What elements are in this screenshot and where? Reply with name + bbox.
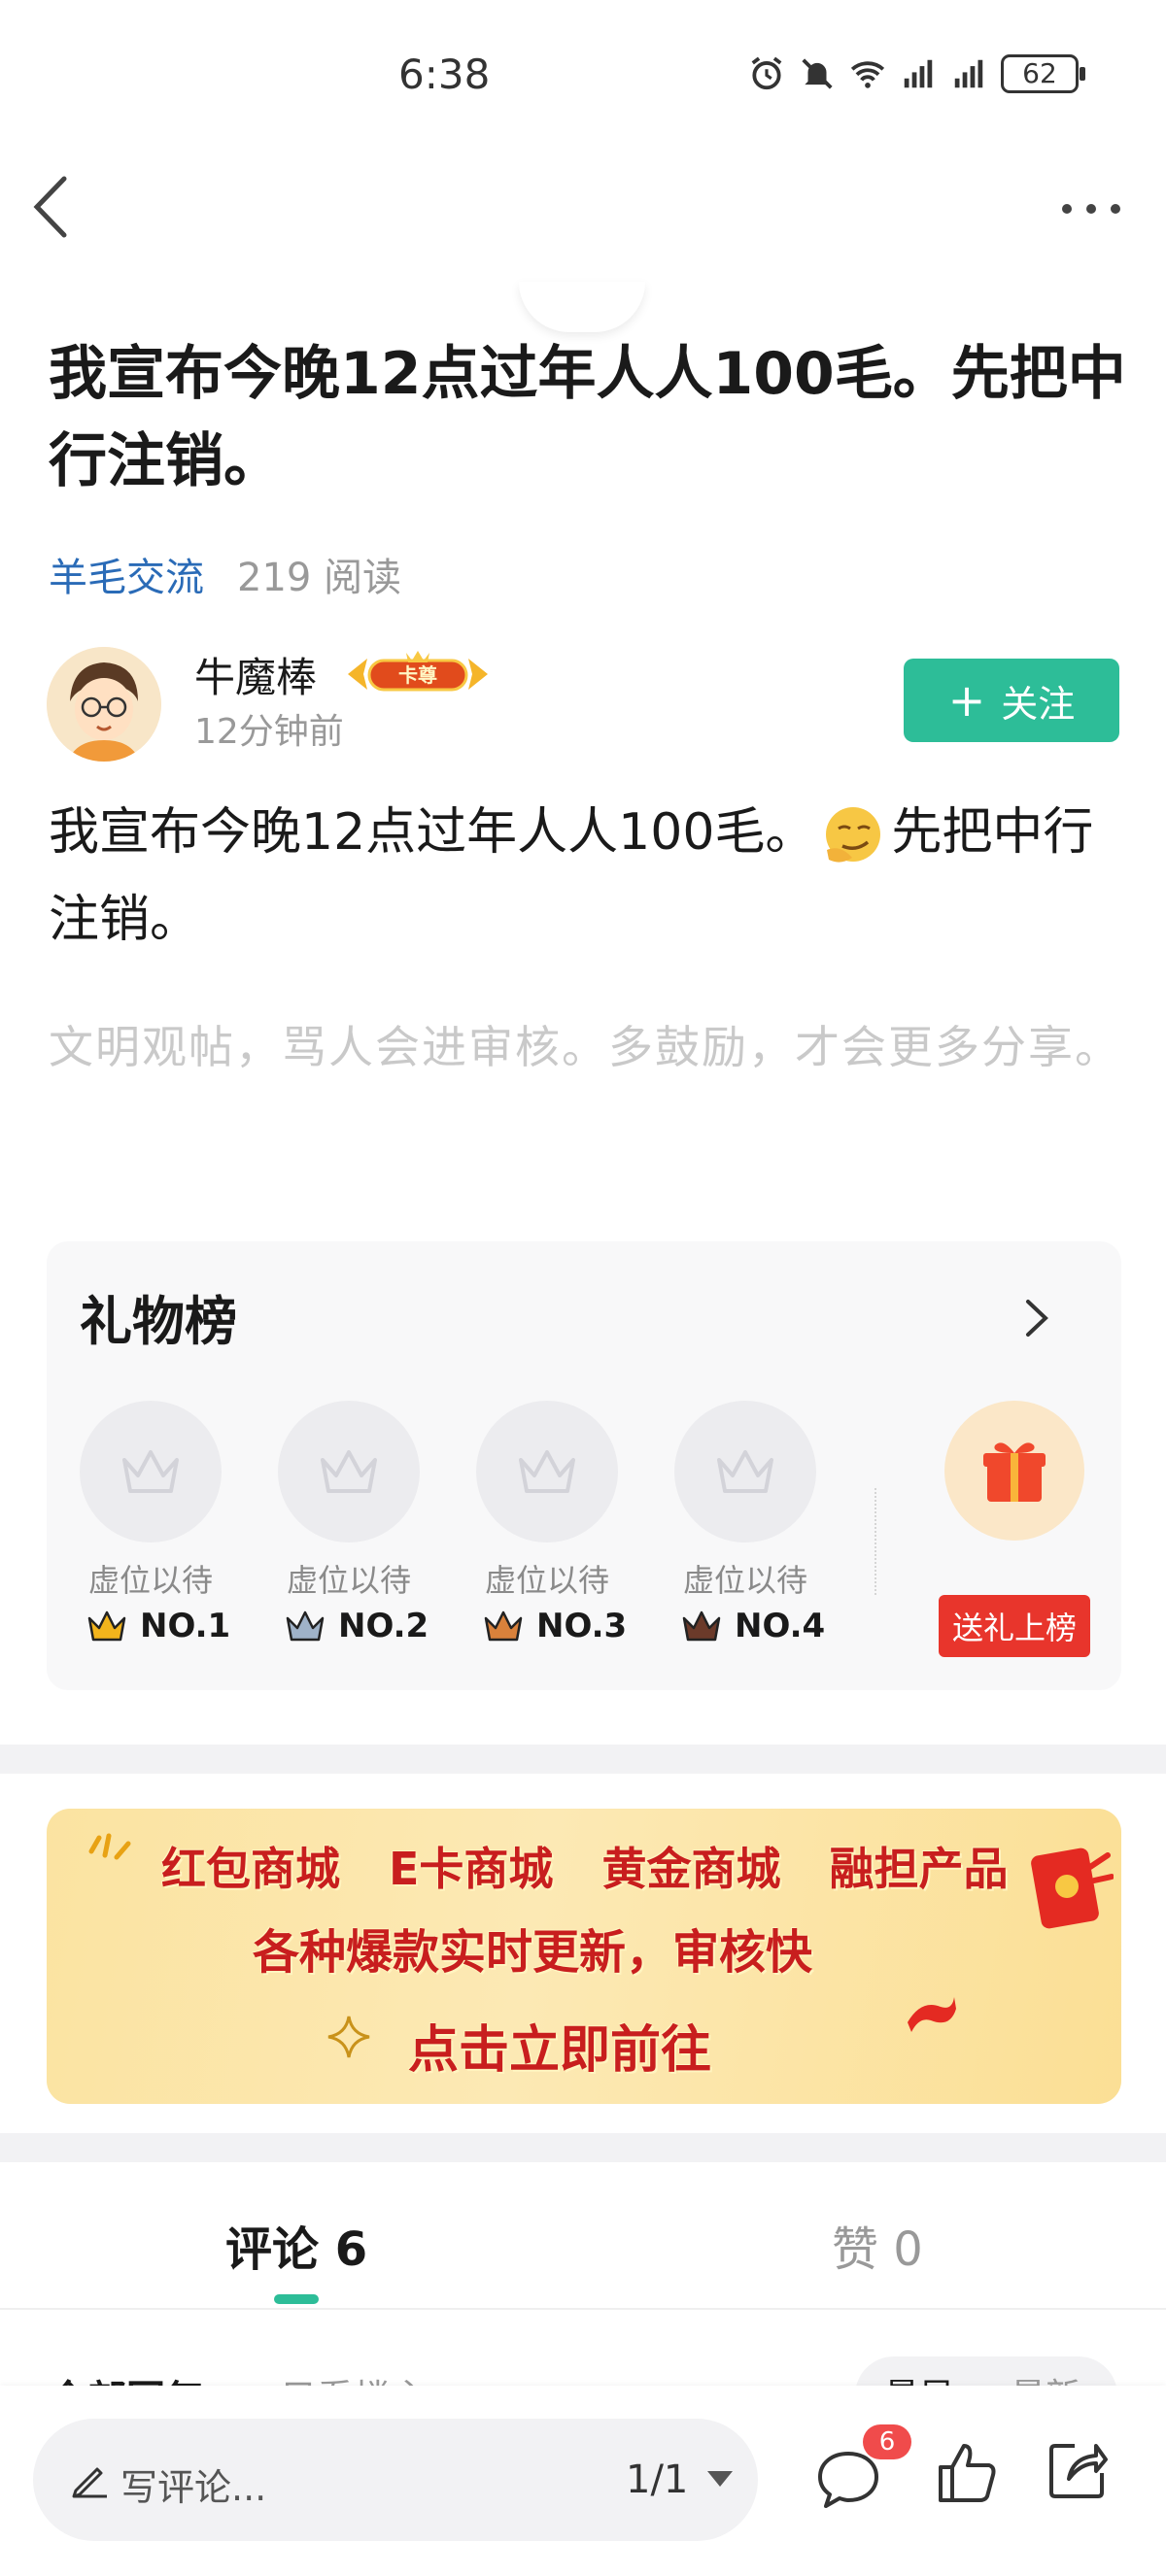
- alarm-icon: [751, 56, 782, 90]
- banner-products: 红包商城 E卡商城 黄金商城 融担产品: [161, 1834, 1008, 1898]
- silver-crown-icon: [286, 1610, 325, 1642]
- comment-count-badge: 6: [863, 2424, 911, 2459]
- banner-item-2: E卡商城: [389, 1843, 554, 1895]
- signal-4g-icon: [904, 59, 933, 88]
- post-body: 我宣布今晚12点过年人人100毛。 先把中行注销。: [49, 789, 1127, 964]
- crown-placeholder-icon: [674, 1401, 816, 1542]
- smirk-emoji-icon: [826, 807, 881, 863]
- wifi-icon: [850, 61, 885, 88]
- battery-indicator: 62: [1001, 54, 1085, 93]
- tab-comments[interactable]: 评论 6: [225, 2211, 367, 2279]
- rank-2: NO.2: [284, 1607, 429, 1645]
- category-tag-link[interactable]: 羊毛交流: [49, 546, 204, 602]
- crown-placeholder-icon: [80, 1401, 222, 1542]
- section-divider: [0, 1745, 1166, 1774]
- rank-4: NO.4: [680, 1607, 825, 1645]
- slot-label: 虚位以待: [682, 1562, 807, 1599]
- brown-crown-icon: [682, 1610, 721, 1642]
- mall-banner[interactable]: 红包商城 E卡商城 黄金商城 融担产品 各种爆款实时更新，审核快 点击立即前往: [47, 1809, 1121, 2104]
- gift-slot-1[interactable]: 虚位以待: [80, 1401, 222, 1601]
- red-envelope-icon: [1031, 1847, 1114, 1929]
- share-icon[interactable]: [1046, 2438, 1110, 2502]
- badge-text: 卡尊: [398, 663, 437, 687]
- comment-placeholder: 写评论...: [120, 2466, 267, 2509]
- pull-tab: [519, 282, 645, 332]
- page-indicator[interactable]: 1/1: [626, 2457, 688, 2502]
- banner-item-1: 红包商城: [161, 1843, 340, 1895]
- ribbon-icon: [908, 1997, 956, 2032]
- divider: [874, 1488, 876, 1595]
- plus-icon: +: [947, 674, 986, 727]
- bronze-crown-icon: [484, 1610, 523, 1642]
- status-time: 6:38: [398, 51, 491, 98]
- divider: [0, 2308, 1166, 2310]
- gold-crown-icon: [87, 1610, 126, 1642]
- banner-subtitle: 各种爆款实时更新，审核快: [253, 1925, 813, 1980]
- gift-board-title: 礼物榜: [80, 1291, 237, 1352]
- banner-item-4: 融担产品: [829, 1843, 1009, 1895]
- civility-notice: 文明观帖，骂人会进审核。多鼓励，才会更多分享。: [49, 1021, 1121, 1073]
- sort-toggle[interactable]: 最早 最新: [855, 2356, 1117, 2390]
- back-arrow-icon[interactable]: [25, 173, 80, 241]
- avatar[interactable]: [47, 647, 161, 762]
- follow-button[interactable]: + 关注: [904, 659, 1119, 742]
- gift-box-icon[interactable]: [944, 1401, 1084, 1541]
- post-meta: 羊毛交流 219 阅读: [49, 546, 401, 602]
- tab-likes[interactable]: 赞 0: [832, 2211, 923, 2279]
- thumbs-up-icon[interactable]: [935, 2438, 999, 2506]
- tab-active-indicator: [274, 2294, 319, 2304]
- status-icons: 62: [748, 54, 1085, 93]
- mute-bell-icon: [802, 58, 833, 89]
- comment-input[interactable]: 写评论... 1/1: [33, 2419, 758, 2541]
- sparkle-lines-icon: [88, 1833, 131, 1860]
- chevron-right-icon[interactable]: [1018, 1294, 1053, 1342]
- rank-3: NO.3: [482, 1607, 627, 1645]
- comment-filter-row: 全部回复 只看楼主 最早 最新: [0, 2351, 1166, 2390]
- post-body-text-1: 我宣布今晚12点过年人人100毛。: [49, 803, 816, 862]
- more-options-icon[interactable]: [1057, 185, 1125, 233]
- signal-4g-icon-2: [954, 59, 983, 88]
- bottom-bar: 写评论... 1/1 6: [0, 2386, 1166, 2576]
- slot-label: 虚位以待: [286, 1562, 411, 1599]
- gift-slot-3[interactable]: 虚位以待: [476, 1401, 618, 1601]
- section-divider: [0, 2133, 1166, 2162]
- send-gift-button[interactable]: 送礼上榜: [939, 1595, 1090, 1657]
- pencil-icon: [72, 2467, 107, 2498]
- author-badge: 卡尊: [342, 649, 494, 699]
- gift-board: 礼物榜 虚位以待 虚位以待 虚位以待 虚位以待 NO.1 NO.2 NO.3 N…: [47, 1241, 1121, 1690]
- status-bar: 6:38 62: [0, 0, 1166, 155]
- slot-label: 虚位以待: [87, 1562, 213, 1599]
- author-name[interactable]: 牛魔棒: [194, 645, 317, 704]
- read-count: 219 阅读: [237, 556, 402, 600]
- dropdown-triangle-icon[interactable]: [705, 2467, 735, 2491]
- star-sparkle-icon: [327, 2016, 370, 2058]
- banner-item-3: 黄金商城: [601, 1843, 781, 1895]
- banner-cta[interactable]: 点击立即前往: [408, 2009, 711, 2082]
- slot-label: 虚位以待: [484, 1562, 609, 1599]
- rank-1: NO.1: [86, 1607, 230, 1645]
- post-title: 我宣布今晚12点过年人人100毛。先把中行注销。: [49, 340, 1126, 495]
- gift-slot-4[interactable]: 虚位以待: [674, 1401, 816, 1601]
- follow-label: 关注: [1001, 682, 1076, 726]
- crown-placeholder-icon: [278, 1401, 420, 1542]
- crown-placeholder-icon: [476, 1401, 618, 1542]
- post-time: 12分钟前: [194, 712, 344, 752]
- gift-slot-2[interactable]: 虚位以待: [278, 1401, 420, 1601]
